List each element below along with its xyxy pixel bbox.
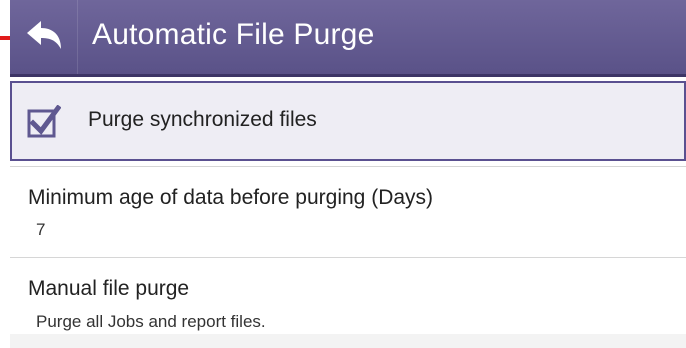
manual-purge-title: Manual file purge [28,277,190,300]
bottom-band [10,334,686,348]
screen: Automatic File Purge Purge synchronized … [0,0,686,348]
purge-synchronized-row[interactable]: Purge synchronized files [10,81,686,161]
divider [10,166,686,167]
back-arrow-icon [24,18,64,57]
purge-synchronized-label: Purge synchronized files [88,108,317,131]
checkbox-checked-icon[interactable] [27,104,62,138]
page-title: Automatic File Purge [92,18,375,51]
back-button[interactable] [10,0,78,74]
title-bar: Automatic File Purge [10,0,686,77]
divider [10,257,686,258]
minimum-age-value: 7 [36,220,46,239]
minimum-age-title: Minimum age of data before purging (Days… [28,186,434,209]
manual-purge-summary: Purge all Jobs and report files. [36,312,266,331]
